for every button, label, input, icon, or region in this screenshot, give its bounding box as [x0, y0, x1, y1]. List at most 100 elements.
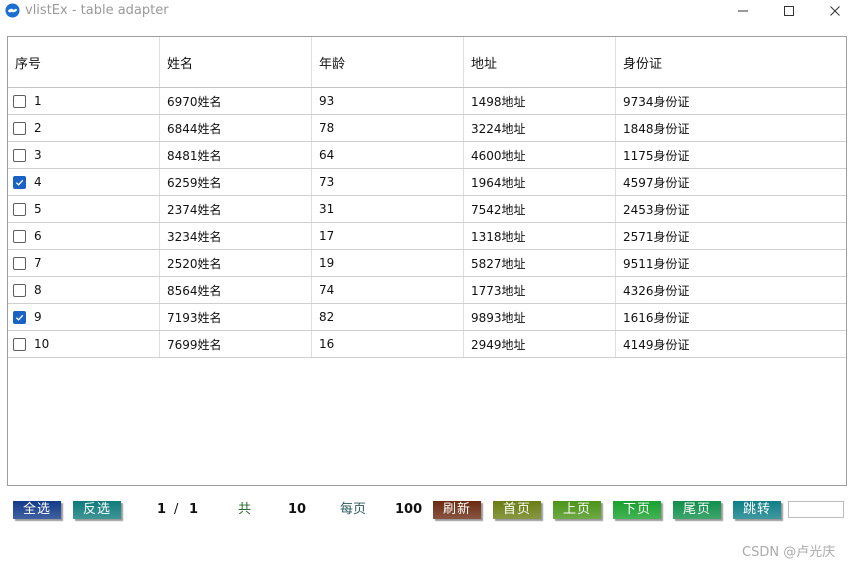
- page-separator: /: [174, 502, 179, 517]
- index-cell: 9: [8, 304, 160, 330]
- column-header-address[interactable]: 地址: [464, 37, 616, 87]
- row-checkbox[interactable]: [13, 310, 26, 324]
- row-index: 1: [34, 94, 42, 108]
- next-page-button[interactable]: 下页: [613, 501, 661, 519]
- address-cell: 1964地址: [464, 169, 616, 195]
- data-table: 序号 姓名 年龄 地址 身份证 1 6970姓名 93 1498地址 9734身份证 2 6…: [8, 37, 846, 358]
- title-bar: vlistEx - table adapter: [0, 0, 858, 22]
- name-cell: 6259姓名: [160, 169, 312, 195]
- maximize-icon: [784, 6, 794, 16]
- row-index: 9: [34, 310, 42, 324]
- id-card-cell: 1848身份证: [623, 121, 690, 136]
- name-cell: 3234姓名: [160, 223, 312, 249]
- first-page-button[interactable]: 首页: [493, 501, 541, 519]
- row-index: 5: [34, 202, 42, 216]
- table-row[interactable]: 8 8564姓名 74 1773地址 4326身份证: [8, 277, 846, 304]
- maximize-button[interactable]: [766, 0, 812, 22]
- address-cell: 5827地址: [464, 250, 616, 276]
- table-row[interactable]: 3 8481姓名 64 4600地址 1175身份证: [8, 142, 846, 169]
- index-cell: 4: [8, 169, 160, 195]
- checkmark-icon: [15, 314, 24, 321]
- age-cell: 82: [312, 304, 464, 330]
- age-cell: 73: [312, 169, 464, 195]
- address-cell: 4600地址: [464, 142, 616, 168]
- column-header-index[interactable]: 序号: [8, 37, 160, 87]
- table-row[interactable]: 9 7193姓名 82 9893地址 1616身份证: [8, 304, 846, 331]
- row-checkbox[interactable]: [13, 202, 26, 216]
- table-header: 序号 姓名 年龄 地址 身份证: [8, 37, 846, 88]
- address-cell: 1498地址: [464, 88, 616, 114]
- index-cell: 2: [8, 115, 160, 141]
- column-header-age[interactable]: 年龄: [312, 37, 464, 87]
- address-cell: 7542地址: [464, 196, 616, 222]
- row-checkbox[interactable]: [13, 256, 26, 270]
- age-cell: 78: [312, 115, 464, 141]
- table-row[interactable]: 1 6970姓名 93 1498地址 9734身份证: [8, 88, 846, 115]
- address-cell: 9893地址: [464, 304, 616, 330]
- index-cell: 7: [8, 250, 160, 276]
- table-row[interactable]: 6 3234姓名 17 1318地址 2571身份证: [8, 223, 846, 250]
- last-page-button[interactable]: 尾页: [673, 501, 721, 519]
- age-cell: 16: [312, 331, 464, 357]
- address-cell: 2949地址: [464, 331, 616, 357]
- row-index: 4: [34, 175, 42, 189]
- jump-button[interactable]: 跳转: [733, 501, 781, 519]
- index-cell: 8: [8, 277, 160, 303]
- address-cell: 1318地址: [464, 223, 616, 249]
- invert-selection-button[interactable]: 反选: [73, 501, 121, 519]
- refresh-button[interactable]: 刷新: [433, 501, 481, 519]
- row-index: 7: [34, 256, 42, 270]
- id-card-cell: 2453身份证: [623, 202, 690, 217]
- id-card-cell: 1616身份证: [623, 310, 690, 325]
- age-cell: 17: [312, 223, 464, 249]
- pagination-toolbar: 全选 反选 1 / 1 共 10 每页 100 刷新 首页 上页 下页 尾页 跳…: [0, 498, 858, 524]
- csdn-watermark: CSDN @卢光庆: [742, 545, 836, 560]
- row-checkbox[interactable]: [13, 175, 26, 189]
- age-cell: 74: [312, 277, 464, 303]
- age-cell: 93: [312, 88, 464, 114]
- total-count: 10: [288, 502, 307, 517]
- name-cell: 6970姓名: [160, 88, 312, 114]
- row-checkbox[interactable]: [13, 121, 26, 135]
- id-card-cell: 4597身份证: [623, 175, 690, 190]
- name-cell: 8564姓名: [160, 277, 312, 303]
- row-checkbox[interactable]: [13, 94, 26, 108]
- row-index: 6: [34, 229, 42, 243]
- id-card-cell: 4326身份证: [623, 283, 690, 298]
- table-row[interactable]: 10 7699姓名 16 2949地址 4149身份证: [8, 331, 846, 358]
- id-card-cell: 9511身份证: [623, 256, 690, 271]
- table-row[interactable]: 7 2520姓名 19 5827地址 9511身份证: [8, 250, 846, 277]
- index-cell: 1: [8, 88, 160, 114]
- table-row[interactable]: 4 6259姓名 73 1964地址 4597身份证: [8, 169, 846, 196]
- row-checkbox[interactable]: [13, 283, 26, 297]
- close-button[interactable]: [812, 0, 858, 22]
- app-logo-icon: [5, 3, 20, 18]
- row-checkbox[interactable]: [13, 337, 26, 351]
- column-header-id-card[interactable]: 身份证: [616, 37, 846, 87]
- age-cell: 19: [312, 250, 464, 276]
- age-cell: 64: [312, 142, 464, 168]
- index-cell: 3: [8, 142, 160, 168]
- close-icon: [830, 6, 840, 16]
- table-view[interactable]: 序号 姓名 年龄 地址 身份证 1 6970姓名 93 1498地址 9734身份证 2 6…: [7, 36, 847, 486]
- name-cell: 2520姓名: [160, 250, 312, 276]
- id-card-cell: 4149身份证: [623, 337, 690, 352]
- index-cell: 5: [8, 196, 160, 222]
- column-header-name[interactable]: 姓名: [160, 37, 312, 87]
- select-all-button[interactable]: 全选: [13, 501, 61, 519]
- row-checkbox[interactable]: [13, 229, 26, 243]
- name-cell: 6844姓名: [160, 115, 312, 141]
- row-checkbox[interactable]: [13, 148, 26, 162]
- jump-page-input[interactable]: [788, 501, 844, 518]
- table-row[interactable]: 2 6844姓名 78 3224地址 1848身份证: [8, 115, 846, 142]
- address-cell: 3224地址: [464, 115, 616, 141]
- index-cell: 10: [8, 331, 160, 357]
- minimize-button[interactable]: [720, 0, 766, 22]
- table-row[interactable]: 5 2374姓名 31 7542地址 2453身份证: [8, 196, 846, 223]
- total-pages: 1: [189, 502, 199, 517]
- prev-page-button[interactable]: 上页: [553, 501, 601, 519]
- name-cell: 8481姓名: [160, 142, 312, 168]
- per-page-label: 每页: [340, 502, 367, 517]
- name-cell: 2374姓名: [160, 196, 312, 222]
- name-cell: 7699姓名: [160, 331, 312, 357]
